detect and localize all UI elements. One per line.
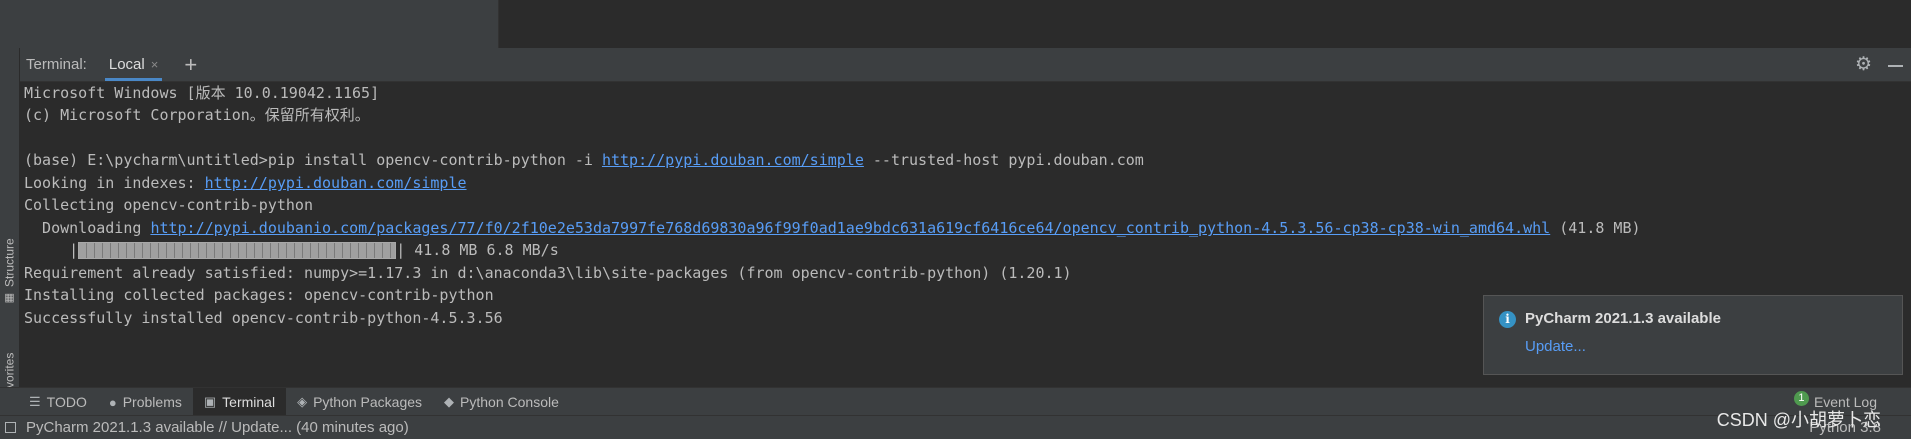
line-text: (c) Microsoft Corporation。保留所有权利。 [24,106,370,124]
terminal-line: Installing collected packages: opencv-co… [24,284,494,306]
tool-problems-label: Problems [122,394,182,410]
square-icon[interactable] [5,422,16,433]
terminal-line: Requirement already satisfied: numpy>=1.… [24,262,1072,284]
tool-todo-label: TODO [46,394,87,410]
status-bar: PyCharm 2021.1.3 available // Update... … [0,415,1911,439]
line-text: Downloading [24,219,151,237]
line-text: Looking in indexes: [24,174,205,192]
terminal-line: (c) Microsoft Corporation。保留所有权利。 [24,104,370,126]
terminal-line: Looking in indexes: http://pypi.douban.c… [24,172,467,194]
update-notification: i PyCharm 2021.1.3 available Update... [1483,295,1903,375]
packages-icon: ◈ [297,394,308,409]
tool-python-packages-label: Python Packages [313,394,423,410]
minimize-icon[interactable] [1888,64,1903,67]
editor-area [0,0,1911,48]
tab-local-label: Local [108,56,145,73]
line-text: Successfully installed opencv-contrib-py… [24,309,503,327]
download-progress-bar [78,242,397,259]
update-link[interactable]: Update... [1525,338,1586,355]
line-text: | 41.8 MB 6.8 MB/s [396,241,559,259]
structure-icon: ▦ [3,291,15,304]
project-pane [0,0,499,48]
structure-side-tab[interactable]: ▦ Structure [0,234,19,304]
notification-title: PyCharm 2021.1.3 available [1525,310,1721,327]
terminal-line: (base) E:\pycharm\untitled>pip install o… [24,149,1144,171]
tab-local[interactable]: Local × [104,48,163,81]
tool-terminal[interactable]: ▣ Terminal [192,388,287,416]
warning-circle-icon: ● [108,394,117,410]
terminal-line: Collecting opencv-contrib-python [24,194,313,216]
list-icon: ☰ [29,394,41,409]
tool-window-bar: ☰ TODO ● Problems ▣ Terminal ◈ Python Pa… [0,387,1911,416]
tool-terminal-label: Terminal [222,394,276,410]
line-text: Microsoft Windows [版本 10.0.19042.1165] [24,84,380,102]
tool-todo[interactable]: ☰ TODO [18,388,98,416]
watermark: CSDN @小胡萝卜恋 [1716,410,1881,430]
terminal-icon: ▣ [203,394,217,409]
terminal-line: Downloading http://pypi.doubanio.com/pac… [24,217,1641,239]
tool-python-console[interactable]: ◆ Python Console [433,388,570,416]
terminal-line: Microsoft Windows [版本 10.0.19042.1165] [24,82,379,104]
line-text: (41.8 MB) [1550,219,1641,237]
add-tab-button[interactable]: + [184,53,197,76]
terminal-title: Terminal: [26,56,87,73]
line-text: Installing collected packages: opencv-co… [24,286,494,304]
mirror-link[interactable]: http://pypi.douban.com/simple [602,151,864,169]
line-text: | [24,241,79,259]
line-text: --trusted-host pypi.douban.com [863,151,1144,169]
index-link[interactable]: http://pypi.douban.com/simple [205,174,467,192]
gear-icon[interactable]: ⚙ [1855,53,1872,76]
line-text: Requirement already satisfied: numpy>=1.… [24,264,1072,282]
line-text: Collecting opencv-contrib-python [24,196,313,214]
tool-python-packages[interactable]: ◈ Python Packages [286,388,433,416]
info-icon: i [1499,311,1516,328]
structure-label: Structure [2,238,17,287]
status-message[interactable]: PyCharm 2021.1.3 available // Update... … [26,419,409,436]
terminal-line: Successfully installed opencv-contrib-py… [24,307,503,329]
terminal-line: | | 41.8 MB 6.8 MB/s [24,239,559,261]
left-tool-strip: ▦ Structure ★ Favorites [0,48,20,419]
header-actions: ⚙ [1855,48,1903,81]
python-icon: ◆ [444,394,455,409]
line-text: (base) E:\pycharm\untitled>pip install o… [24,151,602,169]
terminal-header: Terminal: Local × + ⚙ [20,48,1911,82]
tool-python-console-label: Python Console [460,394,559,410]
close-icon[interactable]: × [151,57,159,72]
tool-problems[interactable]: ● Problems [98,388,193,416]
event-count-badge: 1 [1793,390,1809,406]
download-link[interactable]: http://pypi.doubanio.com/packages/77/f0/… [150,219,1550,237]
